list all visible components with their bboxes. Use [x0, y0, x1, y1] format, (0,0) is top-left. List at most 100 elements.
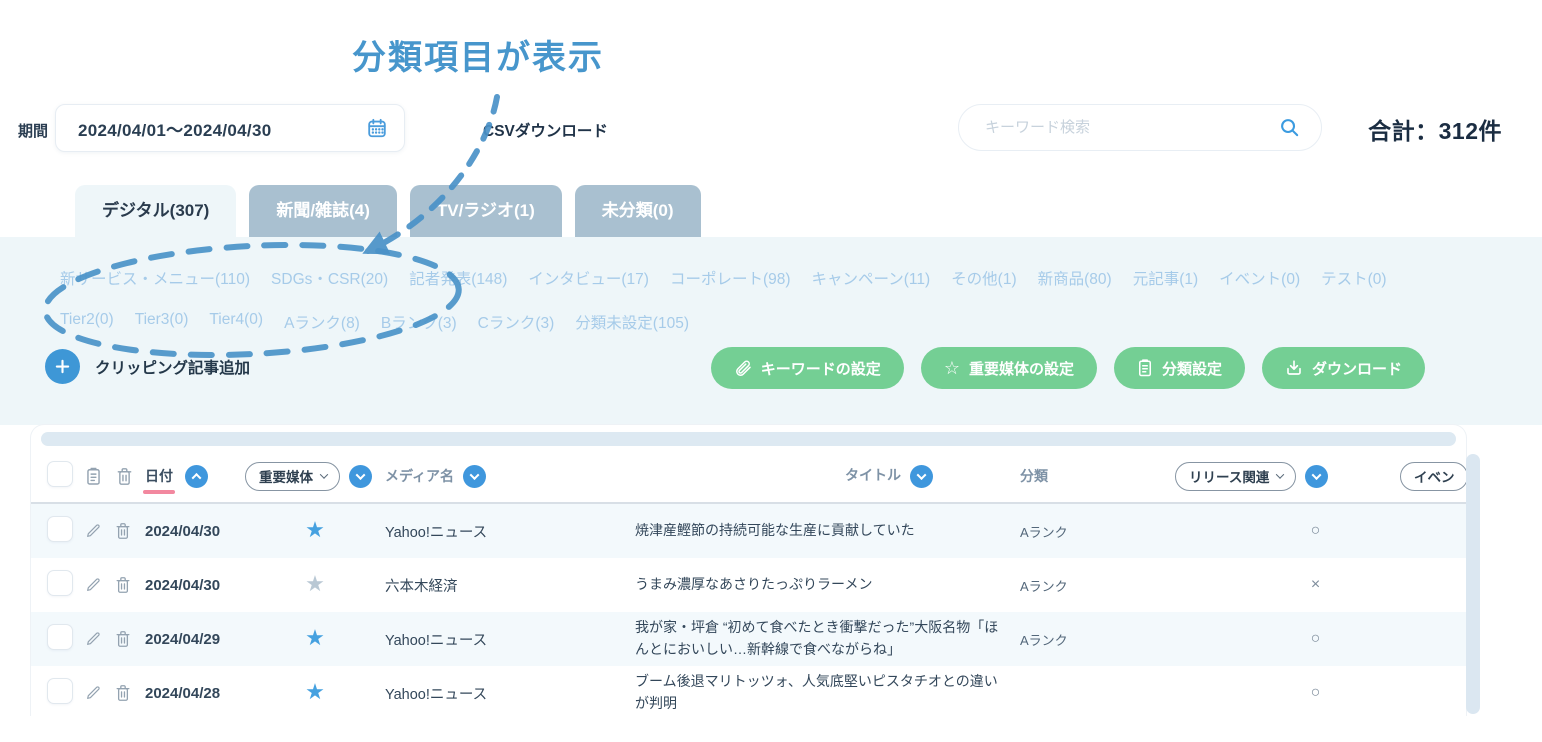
- horizontal-scrollbar[interactable]: [41, 432, 1456, 446]
- chevron-down-icon: [320, 470, 328, 478]
- category-filter-link[interactable]: Tier4(0): [209, 311, 263, 333]
- row-title[interactable]: 焼津産鰹節の持続可能な生産に貢献していた: [635, 520, 1020, 542]
- row-media-name: Yahoo!ニュース: [385, 629, 635, 650]
- category-filter-link[interactable]: Aランク(8): [284, 311, 360, 333]
- keyword-settings-button[interactable]: キーワードの設定: [711, 347, 904, 389]
- category-filter-link[interactable]: SDGs・CSR(20): [271, 267, 388, 289]
- keyword-search: [958, 104, 1322, 151]
- keyword-search-input[interactable]: [985, 119, 1278, 136]
- select-all-checkbox[interactable]: [47, 461, 73, 487]
- category-filter-link[interactable]: 記者発表(148): [409, 267, 507, 289]
- row-checkbox[interactable]: [47, 624, 73, 650]
- title-column-header: タイトル: [845, 465, 901, 487]
- add-clipping-label[interactable]: クリッピング記事追加: [95, 356, 250, 378]
- actions-row: クリッピング記事追加 キーワードの設定 ☆ 重要媒体の設定: [0, 347, 1542, 391]
- bulk-trash-icon[interactable]: [116, 467, 133, 486]
- tab-tv-radio[interactable]: TV/ラジオ(1): [410, 185, 562, 237]
- media-clipping-page: 期間 2024/04/01～2024/04/30 CSVダウンロード 合計：31…: [0, 0, 1542, 742]
- row-category: Aランク: [1020, 522, 1175, 541]
- star-icon[interactable]: ★: [305, 682, 325, 704]
- important-media-filter-dropdown[interactable]: 重要媒体: [245, 462, 340, 491]
- row-checkbox[interactable]: [47, 678, 73, 704]
- table-row: 2024/04/30 ★ Yahoo!ニュース 焼津産鰹節の持続可能な生産に貢献…: [31, 504, 1466, 558]
- row-title[interactable]: うまみ濃厚なあさりたっぷりラーメン: [635, 574, 1020, 596]
- important-media-settings-button[interactable]: ☆ 重要媒体の設定: [921, 347, 1097, 389]
- star-icon[interactable]: ★: [305, 520, 325, 542]
- category-filter-link[interactable]: その他(1): [951, 267, 1016, 289]
- row-date: 2024/04/29: [145, 631, 245, 648]
- category-filter-link[interactable]: テスト(0): [1321, 267, 1386, 289]
- filter-panel: 新サービス・メニュー(110) SDGs・CSR(20) 記者発表(148) イ…: [0, 237, 1542, 425]
- date-sort-button[interactable]: [185, 465, 208, 488]
- row-release-related: ×: [1175, 576, 1400, 594]
- date-column-header[interactable]: 日付: [145, 466, 173, 486]
- vertical-scrollbar[interactable]: [1466, 454, 1480, 714]
- category-filter-link[interactable]: キャンペーン(11): [812, 267, 931, 289]
- period-date-range-input[interactable]: 2024/04/01～2024/04/30: [55, 104, 405, 152]
- row-date: 2024/04/28: [145, 685, 245, 702]
- event-related-filter-dropdown[interactable]: イベン: [1400, 462, 1467, 491]
- chevron-down-icon: [917, 470, 927, 480]
- row-checkbox[interactable]: [47, 570, 73, 596]
- star-icon[interactable]: ★: [305, 574, 325, 596]
- pencil-icon[interactable]: [85, 685, 101, 701]
- media-name-sort-button[interactable]: [463, 465, 486, 488]
- row-release-related: ○: [1175, 684, 1400, 702]
- clipboard-icon: [1137, 359, 1153, 377]
- trash-icon[interactable]: [115, 576, 131, 594]
- release-related-filter-dropdown[interactable]: リリース関連: [1175, 462, 1296, 491]
- tab-digital[interactable]: デジタル(307): [75, 185, 236, 237]
- category-filter-link[interactable]: 分類未設定(105): [575, 311, 689, 333]
- row-media-name: 六本木経済: [385, 575, 635, 596]
- category-filter-link[interactable]: 元記事(1): [1133, 267, 1198, 289]
- category-filter-link[interactable]: Tier3(0): [135, 311, 189, 333]
- pencil-icon[interactable]: [85, 631, 101, 647]
- tab-newspaper-magazine[interactable]: 新聞/雑誌(4): [249, 185, 397, 237]
- title-sort-button[interactable]: [910, 465, 933, 488]
- row-checkbox[interactable]: [47, 516, 73, 542]
- category-filter-link[interactable]: イベント(0): [1219, 267, 1300, 289]
- important-media-sort-button[interactable]: [349, 465, 372, 488]
- category-filter-link[interactable]: Cランク(3): [478, 311, 555, 333]
- star-icon[interactable]: ★: [305, 628, 325, 650]
- row-title[interactable]: 我が家・坪倉 “初めて食べたとき衝撃だった”大阪名物「ほんとにおいしい…新幹線で…: [635, 617, 1020, 660]
- category-filter-link[interactable]: 新商品(80): [1038, 267, 1112, 289]
- add-clipping-button[interactable]: [45, 349, 80, 384]
- total-count: 合計：312件: [1340, 112, 1502, 146]
- category-column-header: 分類: [1020, 468, 1048, 484]
- csv-download-button[interactable]: CSVダウンロード: [483, 119, 608, 141]
- trash-icon[interactable]: [115, 630, 131, 648]
- row-date: 2024/04/30: [145, 577, 245, 594]
- calendar-icon[interactable]: [366, 117, 388, 139]
- category-filter-link[interactable]: インタビュー(17): [528, 267, 649, 289]
- results-table: 日付 重要媒体 メディア名 タイトル 分類: [30, 424, 1467, 716]
- category-filter-row-2: Tier2(0) Tier3(0) Tier4(0) Aランク(8) Bランク(…: [60, 311, 689, 333]
- chevron-down-icon: [470, 470, 480, 480]
- row-media-name: Yahoo!ニュース: [385, 521, 635, 542]
- release-related-sort-button[interactable]: [1305, 465, 1328, 488]
- trash-icon[interactable]: [115, 684, 131, 702]
- classification-settings-button[interactable]: 分類設定: [1114, 347, 1245, 389]
- pencil-icon[interactable]: [85, 577, 101, 593]
- chevron-down-icon: [1276, 470, 1284, 478]
- category-filter-link[interactable]: 新サービス・メニュー(110): [60, 267, 250, 289]
- search-icon[interactable]: [1278, 116, 1301, 139]
- period-label: 期間: [18, 120, 48, 141]
- star-outline-icon: ☆: [944, 359, 960, 377]
- period-date-range-value: 2024/04/01～2024/04/30: [78, 116, 366, 141]
- bulk-copy-doc-icon[interactable]: [85, 467, 102, 486]
- tab-unclassified[interactable]: 未分類(0): [575, 185, 701, 237]
- annotation-label: 分類項目が表示: [352, 30, 604, 79]
- category-filter-link[interactable]: Bランク(3): [381, 311, 457, 333]
- row-release-related: ○: [1175, 630, 1400, 648]
- category-filter-link[interactable]: コーポレート(98): [670, 267, 791, 289]
- pencil-icon[interactable]: [85, 523, 101, 539]
- download-button[interactable]: ダウンロード: [1262, 347, 1425, 389]
- row-date: 2024/04/30: [145, 523, 245, 540]
- trash-icon[interactable]: [115, 522, 131, 540]
- row-title[interactable]: ブーム後退マリトッツォ、人気底堅いピスタチオとの違いが判明: [635, 671, 1020, 714]
- media-type-tabs: デジタル(307) 新聞/雑誌(4) TV/ラジオ(1) 未分類(0): [75, 185, 701, 237]
- plus-icon: [54, 358, 71, 375]
- table-row: 2024/04/29 ★ Yahoo!ニュース 我が家・坪倉 “初めて食べたとき…: [31, 612, 1466, 666]
- category-filter-link[interactable]: Tier2(0): [60, 311, 114, 333]
